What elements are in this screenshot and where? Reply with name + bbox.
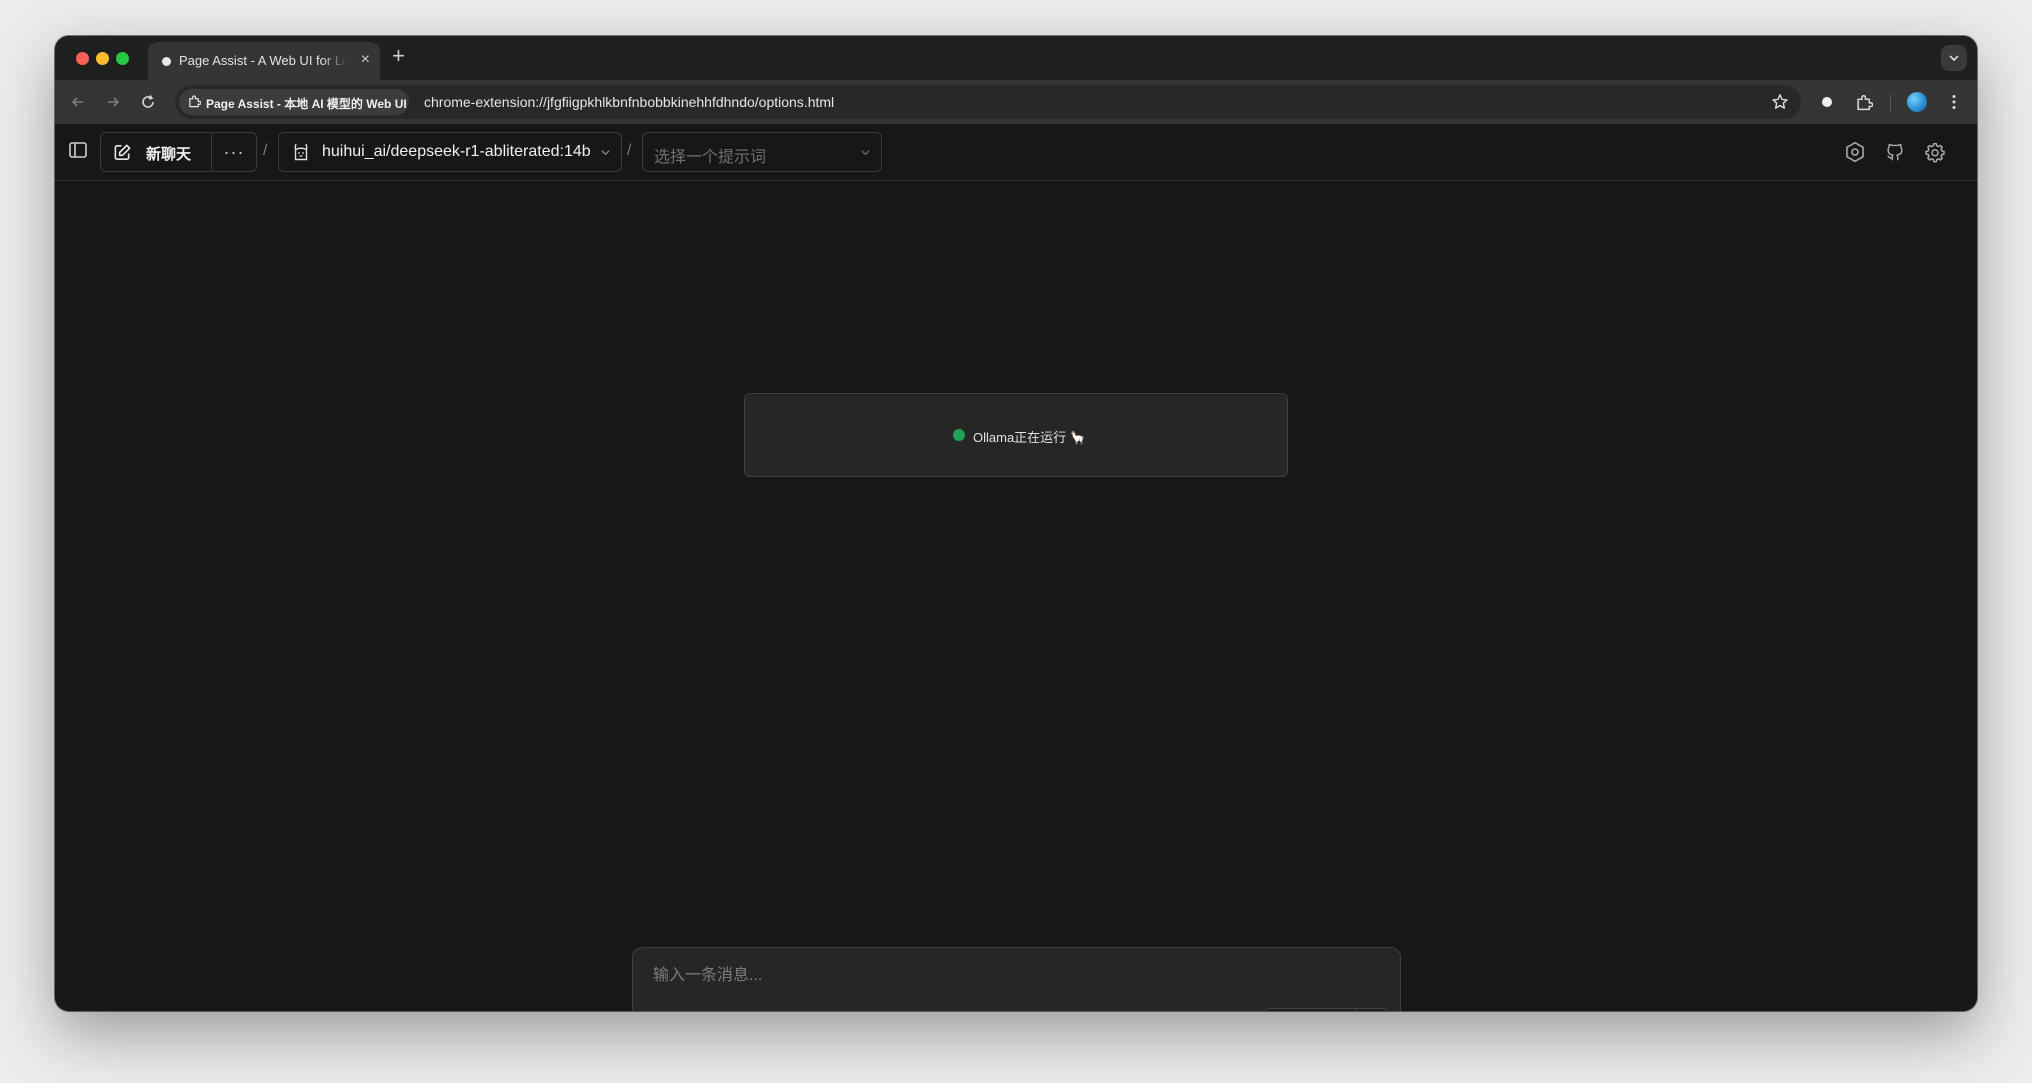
- bot-icon: [294, 143, 308, 161]
- tab-title: Page Assist - A Web UI for Local AI Mode…: [179, 53, 347, 68]
- forward-button[interactable]: [102, 91, 124, 113]
- submit-options-button[interactable]: [1356, 1009, 1388, 1011]
- site-chip-label: Page Assist - 本地 AI 模型的 Web UI: [206, 97, 407, 111]
- settings-button[interactable]: [1923, 140, 1947, 164]
- chevron-down-icon: [1949, 55, 1959, 62]
- github-icon: [1887, 143, 1903, 161]
- header-separator: /: [263, 142, 268, 159]
- arrow-right-icon: [108, 97, 120, 107]
- arrow-left-icon: [71, 97, 83, 107]
- new-chat-label: 新聊天: [146, 146, 192, 163]
- edit-icon: [114, 144, 131, 160]
- profile-avatar[interactable]: [1907, 92, 1927, 112]
- gear-icon: [1925, 143, 1945, 163]
- message-input[interactable]: [651, 962, 1375, 990]
- model-name: huihui_ai/deepseek-r1-abliterated:14b: [322, 143, 591, 160]
- status-dot: [953, 429, 965, 441]
- tab-close-button[interactable]: ×: [361, 51, 370, 69]
- submit-button[interactable]: 提交: [1265, 1009, 1356, 1011]
- new-chat-button[interactable]: 新聊天: [101, 133, 212, 171]
- settings-cog-icon: [1846, 141, 1864, 163]
- sidebar-toggle-button[interactable]: [68, 140, 88, 160]
- header-separator: /: [627, 142, 632, 159]
- submit-group: 提交: [1264, 1008, 1389, 1011]
- back-button[interactable]: [67, 91, 89, 113]
- extension-icon: [189, 95, 201, 108]
- site-info-chip[interactable]: Page Assist - 本地 AI 模型的 Web UI: [179, 89, 409, 115]
- new-tab-button[interactable]: +: [392, 45, 405, 67]
- chevron-down-icon: [601, 150, 610, 156]
- prompt-select[interactable]: 选择一个提示词: [642, 132, 882, 172]
- status-text: Ollama正在运行 🦙: [973, 430, 1086, 445]
- kebab-menu-icon: [1952, 95, 1956, 109]
- sidebar-icon: [69, 142, 87, 158]
- circle-icon: [1822, 97, 1832, 107]
- reload-icon: [142, 95, 154, 108]
- prompt-select-placeholder: 选择一个提示词: [654, 149, 767, 166]
- more-options-button[interactable]: ···: [212, 133, 256, 171]
- browser-menu-button[interactable]: [1944, 92, 1964, 112]
- maximize-window-button[interactable]: [116, 52, 129, 65]
- message-composer: 关 提交: [632, 947, 1401, 1011]
- browser-window: Page Assist - A Web UI for Local AI Mode…: [55, 36, 1977, 1011]
- puzzle-icon: [1856, 94, 1873, 110]
- browser-tab[interactable]: Page Assist - A Web UI for Local AI Mode…: [148, 42, 380, 80]
- github-link[interactable]: [1883, 140, 1907, 164]
- close-window-button[interactable]: [76, 52, 89, 65]
- reload-button[interactable]: [137, 91, 159, 113]
- tab-search-button[interactable]: [1941, 45, 1967, 71]
- record-extension-button[interactable]: [1817, 92, 1837, 112]
- ollama-status-card: Ollama正在运行 🦙: [744, 393, 1288, 477]
- app-header: 新聊天 ··· / huihui_ai/deepseek-r1-ablitera…: [55, 124, 1977, 181]
- chevron-down-icon: [861, 150, 870, 156]
- browser-toolbar: Page Assist - 本地 AI 模型的 Web UI chrome-ex…: [55, 80, 1977, 124]
- model-settings-button[interactable]: [1843, 140, 1867, 164]
- url-text[interactable]: chrome-extension://jfgfiigpkhlkbnfnbobbk…: [424, 94, 834, 110]
- new-chat-group: 新聊天 ···: [100, 132, 257, 172]
- tab-favicon-icon: [162, 57, 171, 66]
- tab-strip: Page Assist - A Web UI for Local AI Mode…: [55, 36, 1977, 80]
- address-bar[interactable]: Page Assist - 本地 AI 模型的 Web UI chrome-ex…: [175, 85, 1801, 119]
- bookmark-star-icon[interactable]: [1771, 93, 1789, 111]
- extensions-button[interactable]: [1854, 92, 1874, 112]
- minimize-window-button[interactable]: [96, 52, 109, 65]
- toolbar-divider: [1890, 94, 1891, 112]
- page-assist-app: 新聊天 ··· / huihui_ai/deepseek-r1-ablitera…: [55, 124, 1977, 1011]
- model-select[interactable]: huihui_ai/deepseek-r1-abliterated:14b: [278, 132, 622, 172]
